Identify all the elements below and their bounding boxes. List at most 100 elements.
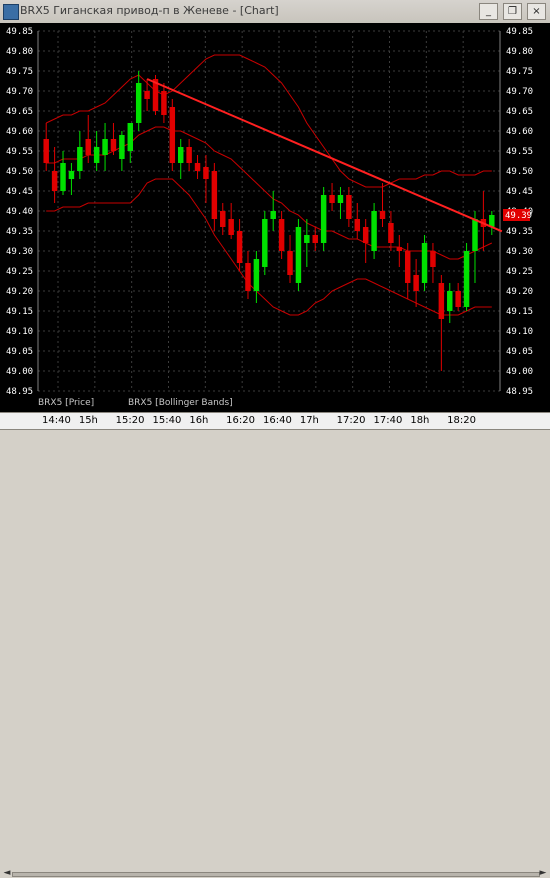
y-tick-label-left: 49.15	[6, 307, 33, 317]
y-tick-label-right: 49.45	[506, 187, 533, 197]
y-tick-label-left: 48.95	[6, 387, 33, 397]
candle-body-down	[220, 211, 226, 227]
grid-lines	[38, 30, 500, 392]
y-tick-label-left: 49.00	[6, 367, 33, 377]
y-tick-label-right: 48.95	[506, 387, 533, 397]
scroll-right-icon[interactable]: ►	[538, 868, 548, 878]
window-title: BRX5 Гиганская привод-п в Женеве - [Char…	[20, 4, 279, 17]
y-tick-label-right: 49.35	[506, 227, 533, 237]
horizontal-scrollbar[interactable]	[12, 872, 540, 877]
y-tick-label-left: 49.75	[6, 67, 33, 77]
candle-body-up	[119, 135, 125, 159]
time-tick-label: 14:40	[42, 415, 71, 426]
y-tick-label-left: 49.20	[6, 287, 33, 297]
candle-body-down	[413, 275, 419, 291]
y-tick-label-left: 49.45	[6, 187, 33, 197]
time-tick-label: 16:40	[263, 415, 292, 426]
time-tick-label: 17:20	[336, 415, 366, 426]
candle-body-down	[144, 91, 150, 99]
candle-body-down	[396, 247, 403, 251]
candle-body-down	[203, 167, 209, 179]
legend-bollinger[interactable]: BRX5 [Bollinger Bands]	[128, 397, 233, 409]
y-tick-label-left: 49.85	[6, 27, 33, 37]
candle-body-down	[194, 163, 201, 171]
candle-body-up	[421, 243, 428, 283]
candle-body-down	[278, 219, 285, 251]
candle-body-up	[320, 195, 327, 243]
left-price-axis: 49.85 49.80 49.75 49.70 49.65 49.60 49.55 49.50…	[6, 27, 39, 397]
candle-body-up	[127, 123, 134, 151]
candle-body-down	[211, 171, 218, 219]
y-tick-label-right: 49.65	[506, 107, 533, 117]
y-tick-label-right: 49.60	[506, 127, 533, 137]
candle-body-up	[93, 147, 100, 163]
y-tick-label-right: 49.50	[506, 167, 533, 177]
minimize-button[interactable]: _	[479, 3, 498, 20]
y-tick-label-right: 49.75	[506, 67, 533, 77]
candle-body-down	[438, 283, 445, 319]
candle-body-up	[60, 163, 66, 191]
y-tick-label-right: 49.20	[506, 287, 533, 297]
y-tick-label-left: 49.50	[6, 167, 33, 177]
bollinger-upper-line	[45, 54, 492, 188]
candle-body-down	[43, 139, 49, 163]
candle-body-up	[447, 291, 453, 311]
candle-body-down	[169, 107, 176, 163]
candle-body-up	[472, 219, 478, 251]
candle-body-down	[236, 231, 243, 263]
y-tick-label-right: 49.70	[506, 87, 533, 97]
candle-body-down	[404, 251, 411, 283]
candle-body-down	[186, 147, 192, 163]
current-price-label: 49.39	[505, 211, 532, 221]
candle-body-up	[295, 227, 302, 283]
candle-body-down	[85, 139, 91, 155]
candle-body-up	[463, 251, 470, 307]
time-axis[interactable]: 14:40 15h 15:20 15:40 16h 16:20 16:40 17h 17:20 1…	[0, 412, 550, 430]
candle-body-up	[77, 147, 83, 171]
time-tick-label: 15h	[78, 415, 98, 426]
time-tick-label: 18:20	[447, 415, 476, 426]
status-bar: ◄ ►	[0, 430, 550, 878]
y-tick-label-left: 49.70	[6, 87, 33, 97]
candle-body-down	[287, 251, 293, 275]
price-chart[interactable]: 49.85 49.80 49.75 49.70 49.65 49.60 49.55 49.50…	[0, 23, 550, 397]
candle-body-up	[102, 139, 108, 155]
y-tick-label-right: 49.05	[506, 347, 533, 357]
time-tick-label: 17h	[299, 415, 319, 426]
legend-price[interactable]: BRX5 [Price]	[38, 397, 94, 409]
y-tick-label-left: 49.60	[6, 127, 33, 137]
candle-body-down	[110, 139, 117, 151]
y-tick-label-right: 49.30	[506, 247, 533, 257]
y-tick-label-left: 49.05	[6, 347, 33, 357]
candle-body-down	[379, 211, 386, 219]
y-tick-label-right: 49.15	[506, 307, 533, 317]
y-tick-label-right: 49.10	[506, 327, 533, 337]
candle-body-down	[354, 219, 361, 231]
y-tick-label-left: 49.80	[6, 47, 33, 57]
time-tick-label: 15:20	[115, 415, 145, 426]
y-tick-label-right: 49.25	[506, 267, 533, 277]
y-tick-label-left: 49.35	[6, 227, 33, 237]
candle-body-down	[362, 227, 369, 243]
app-icon	[3, 4, 19, 20]
candle-body-down	[329, 195, 335, 203]
candle-body-down	[51, 171, 58, 191]
candle-body-up	[304, 235, 310, 243]
candle-body-up	[371, 211, 377, 251]
y-tick-label-left: 49.30	[6, 247, 33, 257]
y-tick-label-left: 49.25	[6, 267, 33, 277]
time-tick-label: 17:40	[373, 415, 403, 426]
y-tick-label-right: 49.80	[506, 47, 533, 57]
scroll-left-icon[interactable]: ◄	[2, 868, 12, 878]
candle-body-down	[455, 291, 461, 307]
title-bar[interactable]: BRX5 Гиганская привод-п в Женеве - [Char…	[0, 0, 550, 24]
time-tick-label: 16:20	[226, 415, 255, 426]
time-tick-label: 16h	[189, 415, 209, 426]
candle-body-down	[430, 251, 436, 267]
y-tick-label-right: 49.85	[506, 27, 533, 37]
restore-button[interactable]: ❐	[503, 3, 522, 20]
close-button[interactable]: ×	[527, 3, 546, 20]
chart-area[interactable]: 49.85 49.80 49.75 49.70 49.65 49.60 49.55 49.50…	[0, 23, 550, 412]
y-tick-label-left: 49.65	[6, 107, 33, 117]
candlesticks	[43, 71, 495, 371]
